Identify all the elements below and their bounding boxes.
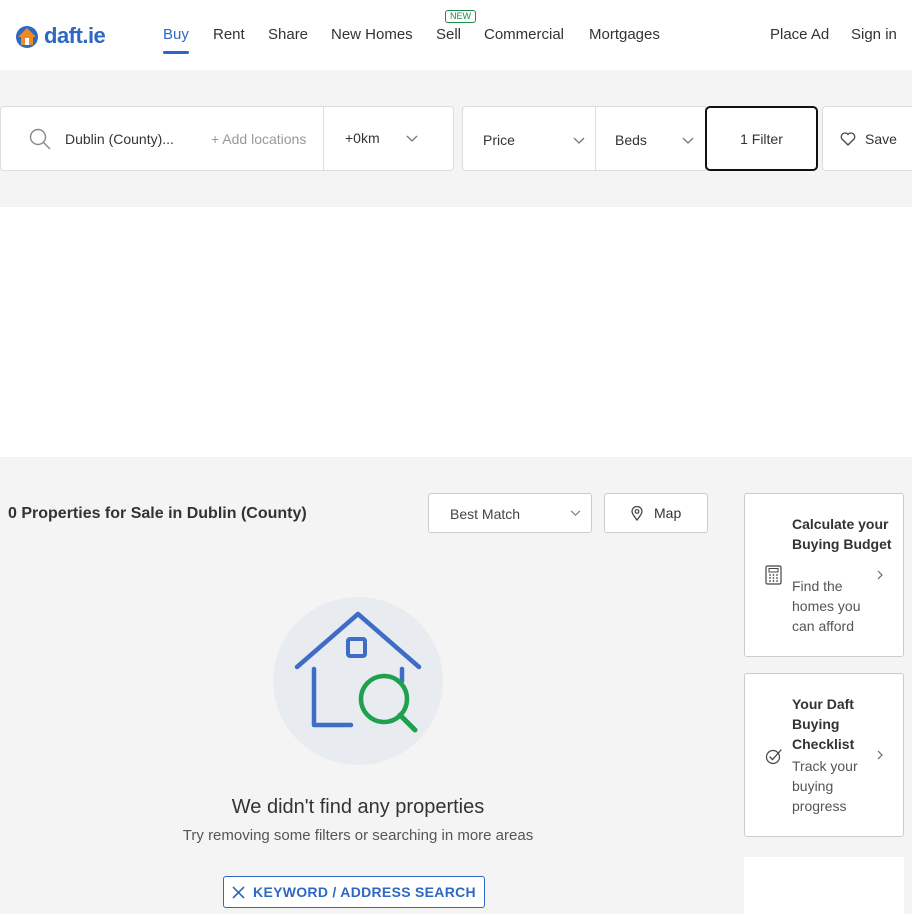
chevron-down-icon: [570, 510, 581, 517]
card-description: Find the homes you can afford: [792, 578, 861, 634]
chevron-down-icon: [406, 135, 418, 142]
keyword-search-label: KEYWORD / ADDRESS SEARCH: [253, 884, 476, 900]
sidebar-ad-slot: [744, 857, 904, 914]
location-search-bar[interactable]: Dublin (County)... + Add locations +0km: [0, 106, 454, 171]
nav-active-underline: [163, 51, 189, 54]
buying-checklist-card[interactable]: Your Daft Buying Checklist Track your bu…: [744, 673, 904, 837]
sort-value: Best Match: [450, 506, 521, 522]
nav-sell[interactable]: Sell: [436, 26, 461, 43]
keyword-address-search-button[interactable]: KEYWORD / ADDRESS SEARCH: [223, 876, 485, 908]
nav-commercial[interactable]: Commercial: [484, 26, 564, 43]
logo-text: daft.ie: [44, 23, 106, 48]
sign-in-link[interactable]: Sign in: [851, 26, 897, 43]
price-filter[interactable]: Price: [462, 106, 596, 171]
ad-banner-area: [0, 207, 912, 457]
empty-state-title: We didn't find any properties: [231, 796, 485, 818]
chevron-down-icon: [573, 137, 585, 144]
empty-state-subtitle: Try removing some filters or searching i…: [182, 827, 534, 844]
calculator-icon: [765, 565, 782, 585]
save-label: Save: [865, 131, 897, 147]
house-logo-icon: [16, 26, 38, 48]
map-button[interactable]: Map: [604, 493, 708, 533]
heart-icon: [840, 132, 856, 146]
chevron-right-icon: [877, 570, 883, 580]
results-title: 0 Properties for Sale in Dublin (County): [8, 505, 307, 522]
empty-state-illustration: [273, 597, 443, 765]
place-ad-link[interactable]: Place Ad: [770, 26, 829, 43]
radius-select[interactable]: +0km: [345, 130, 380, 146]
divider: [323, 107, 324, 170]
nav-share[interactable]: Share: [268, 26, 308, 43]
close-icon: [232, 885, 245, 899]
site-header: daft.ie Buy Rent Share New Homes NEW Sel…: [0, 0, 912, 70]
nav-buy[interactable]: Buy: [163, 26, 189, 43]
nav-rent[interactable]: Rent: [213, 26, 245, 43]
map-pin-icon: [631, 506, 643, 521]
add-locations-link[interactable]: + Add locations: [211, 131, 306, 147]
card-title: Your Daft Buying Checklist: [792, 696, 855, 752]
chevron-right-icon: [877, 750, 883, 760]
nav-new-homes[interactable]: New Homes: [331, 26, 413, 43]
card-title: Calculate your Buying Budget: [792, 516, 892, 552]
nav-mortgages[interactable]: Mortgages: [589, 26, 660, 43]
card-description: Track your buying progress: [792, 758, 858, 814]
filters-label: 1 Filter: [740, 131, 783, 147]
buying-budget-card[interactable]: Calculate your Buying Budget Find the ho…: [744, 493, 904, 657]
house-search-icon: [294, 611, 422, 733]
daft-logo[interactable]: daft.ie: [14, 21, 106, 51]
save-search-button[interactable]: Save: [822, 106, 912, 171]
beds-filter[interactable]: Beds: [596, 106, 706, 171]
sort-select[interactable]: Best Match: [428, 493, 592, 533]
search-icon: [29, 128, 51, 150]
price-label: Price: [483, 132, 515, 148]
map-label: Map: [654, 505, 682, 521]
location-chip[interactable]: Dublin (County)...: [65, 131, 174, 147]
new-badge: NEW: [445, 10, 476, 23]
beds-label: Beds: [615, 132, 647, 148]
chevron-down-icon: [682, 137, 694, 144]
checklist-icon: [765, 749, 782, 765]
filters-button[interactable]: 1 Filter: [705, 106, 818, 171]
